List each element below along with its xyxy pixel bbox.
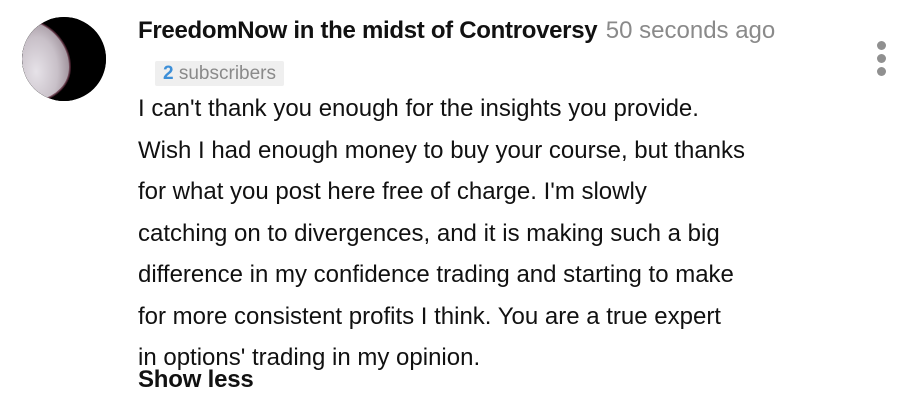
author-avatar[interactable] xyxy=(22,17,106,101)
comment-header: FreedomNow in the midst of Controversy 5… xyxy=(138,17,775,45)
subscribers-count: 2 xyxy=(163,63,174,84)
author-name[interactable]: FreedomNow in the midst of Controversy xyxy=(138,17,598,44)
comment-text: I can't thank you enough for the insight… xyxy=(138,88,858,379)
comment-menu-button[interactable] xyxy=(868,38,896,78)
comment-text-line: difference in my confidence trading and … xyxy=(138,261,734,288)
moon-avatar-icon xyxy=(22,17,106,101)
comment-text-line: for more consistent profits I think. You… xyxy=(138,302,721,330)
comment-text-line: Wish I had enough money to buy your cour… xyxy=(138,136,746,164)
show-less-button[interactable]: Show less xyxy=(138,366,254,394)
comment-card: FreedomNow in the midst of Controversy 5… xyxy=(0,0,916,406)
comment-timestamp[interactable]: 50 seconds ago xyxy=(606,17,775,44)
subscribers-badge: 2 subscribers xyxy=(155,61,285,86)
comment-text-line: catching on to divergences, and it is ma… xyxy=(138,219,720,247)
comment-text-line: I can't thank you enough for the insight… xyxy=(138,95,699,122)
subscribers-label: subscribers xyxy=(178,63,277,84)
comment-text-line: for what you post here free of charge. I… xyxy=(138,178,647,205)
